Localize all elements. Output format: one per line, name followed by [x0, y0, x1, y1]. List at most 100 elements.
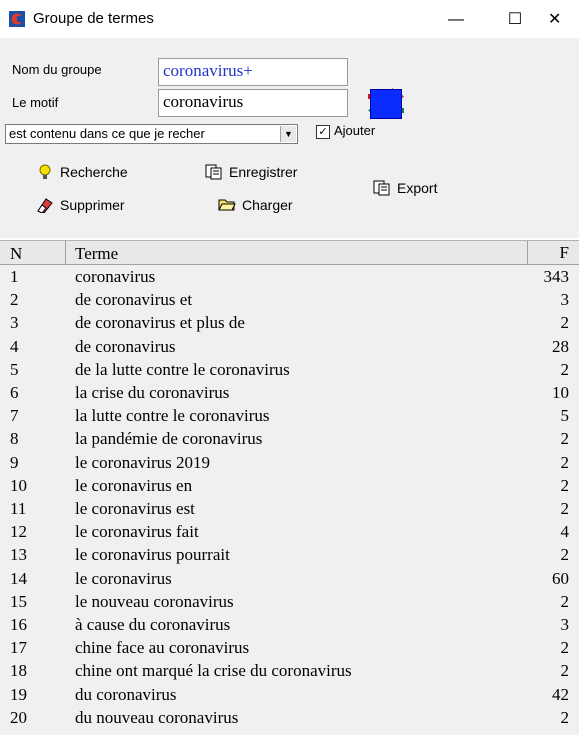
table-header: N Terme F	[0, 241, 579, 265]
row-term: de coronavirus et	[75, 290, 193, 310]
group-name-label: Nom du groupe	[12, 62, 102, 77]
eraser-icon	[37, 198, 53, 213]
table-row[interactable]: 11 le coronavirus est 2	[0, 497, 579, 520]
row-number: 1	[10, 267, 19, 286]
row-term: du nouveau coronavirus	[75, 707, 239, 727]
row-frequency: 2	[560, 545, 570, 565]
row-frequency: 3	[560, 615, 570, 634]
export-file-icon	[373, 180, 390, 196]
row-term: le coronavirus pourrait	[75, 545, 230, 565]
chevron-down-icon[interactable]: ▼	[280, 126, 296, 142]
delete-button[interactable]: Supprimer	[36, 197, 125, 217]
row-frequency: 2	[560, 499, 570, 518]
export-button[interactable]: Export	[373, 180, 437, 200]
table-row[interactable]: 3 de coronavirus et plus de 2	[0, 311, 579, 334]
add-checkbox[interactable]: ✓	[316, 125, 330, 139]
table-row[interactable]: 15 le nouveau coronavirus 2	[0, 590, 579, 613]
row-number: 20	[10, 707, 27, 727]
column-divider[interactable]	[65, 241, 66, 264]
table-row[interactable]: 18 chine ont marqué la crise du coronavir…	[0, 659, 579, 682]
row-number: 14	[10, 568, 27, 588]
maximize-button[interactable]: ☐	[492, 6, 538, 34]
row-term: de la lutte contre le coronavirus	[75, 359, 290, 379]
lightbulb-icon	[39, 164, 51, 179]
row-frequency: 2	[560, 707, 570, 727]
table-row[interactable]: 9 le coronavirus 2019 2	[0, 451, 579, 474]
table-row[interactable]: 16 à cause du coronavirus 3	[0, 613, 579, 636]
row-number: 9	[10, 452, 19, 472]
row-term: de coronavirus	[75, 336, 176, 356]
table-row[interactable]: 8 la pandémie de coronavirus 2	[0, 427, 579, 450]
row-number: 19	[10, 684, 27, 704]
app-icon	[9, 11, 25, 27]
match-mode-select[interactable]: est contenu dans ce que je recher ▼	[5, 124, 298, 144]
save-button-label: Enregistrer	[229, 164, 298, 180]
row-frequency: 28	[552, 336, 569, 356]
row-frequency: 2	[560, 359, 570, 379]
row-number: 16	[10, 615, 27, 634]
column-header-n[interactable]: N	[10, 244, 22, 264]
table-row[interactable]: 20 du nouveau coronavirus 2	[0, 706, 579, 729]
row-term: le coronavirus fait	[75, 522, 199, 542]
row-frequency: 60	[552, 568, 569, 588]
group-name-input[interactable]: coronavirus+	[158, 58, 348, 86]
pattern-input[interactable]: coronavirus	[158, 89, 348, 117]
row-frequency: 2	[560, 452, 570, 472]
save-file-icon	[205, 164, 222, 180]
row-frequency: 2	[560, 475, 570, 495]
match-mode-value: est contenu dans ce que je recher	[9, 126, 205, 141]
load-button[interactable]: Charger	[218, 197, 293, 217]
folder-open-icon	[218, 199, 236, 211]
table-row[interactable]: 19 du coronavirus 42	[0, 683, 579, 706]
group-form-panel: Nom du groupe coronavirus+ Le motif coro…	[0, 38, 579, 238]
table-row[interactable]: 4 de coronavirus 28	[0, 335, 579, 358]
table-row[interactable]: 17 chine face au coronavirus 2	[0, 636, 579, 659]
row-term: du coronavirus	[75, 684, 177, 704]
row-term: le nouveau coronavirus	[75, 591, 234, 611]
row-term: la lutte contre le coronavirus	[75, 406, 270, 426]
row-frequency: 2	[560, 638, 570, 658]
table-row[interactable]: 12 le coronavirus fait 4	[0, 520, 579, 543]
row-number: 17	[10, 638, 27, 658]
terms-table: N Terme F 1 coronavirus 343 2 de coronavirus…	[0, 240, 579, 735]
row-frequency: 343	[543, 267, 570, 286]
table-row[interactable]: 14 le coronavirus 60	[0, 567, 579, 590]
row-term: le coronavirus en	[75, 475, 193, 495]
column-header-f[interactable]: F	[560, 243, 569, 263]
minimize-button[interactable]: —	[433, 6, 479, 34]
row-term: la pandémie de coronavirus	[75, 429, 263, 449]
column-divider[interactable]	[527, 241, 528, 264]
table-row[interactable]: 13 le coronavirus pourrait 2	[0, 543, 579, 566]
save-button[interactable]: Enregistrer	[205, 164, 297, 184]
table-row[interactable]: 5 de la lutte contre le coronavirus 2	[0, 358, 579, 381]
row-number: 5	[10, 359, 19, 379]
table-row[interactable]: 10 le coronavirus en 2	[0, 474, 579, 497]
row-term: chine face au coronavirus	[75, 638, 250, 658]
row-number: 13	[10, 545, 27, 565]
color-swatch[interactable]	[370, 89, 402, 119]
table-row[interactable]: 6 la crise du coronavirus 10	[0, 381, 579, 404]
row-frequency: 5	[560, 406, 570, 426]
table-row[interactable]: 2 de coronavirus et 3	[0, 288, 579, 311]
delete-button-label: Supprimer	[60, 197, 125, 213]
row-frequency: 2	[560, 661, 570, 681]
row-term: à cause du coronavirus	[75, 615, 231, 634]
row-term: chine ont marqué la crise du coronavirus	[75, 661, 352, 681]
search-button[interactable]: Recherche	[36, 164, 128, 184]
add-checkbox-label: Ajouter	[334, 123, 376, 138]
close-button[interactable]: ✕	[548, 6, 579, 34]
row-term: le coronavirus 2019	[75, 452, 211, 472]
row-term: la crise du coronavirus	[75, 383, 230, 402]
row-number: 15	[10, 591, 27, 611]
row-number: 18	[10, 661, 27, 681]
row-frequency: 42	[552, 684, 569, 704]
load-button-label: Charger	[242, 197, 293, 213]
row-number: 6	[10, 383, 19, 402]
row-number: 10	[10, 475, 27, 495]
table-row[interactable]: 7 la lutte contre le coronavirus 5	[0, 404, 579, 427]
row-frequency: 4	[560, 522, 570, 542]
table-row[interactable]: 1 coronavirus 343	[0, 265, 579, 288]
column-header-terme[interactable]: Terme	[75, 244, 118, 264]
row-frequency: 3	[560, 290, 570, 310]
search-button-label: Recherche	[60, 164, 128, 180]
